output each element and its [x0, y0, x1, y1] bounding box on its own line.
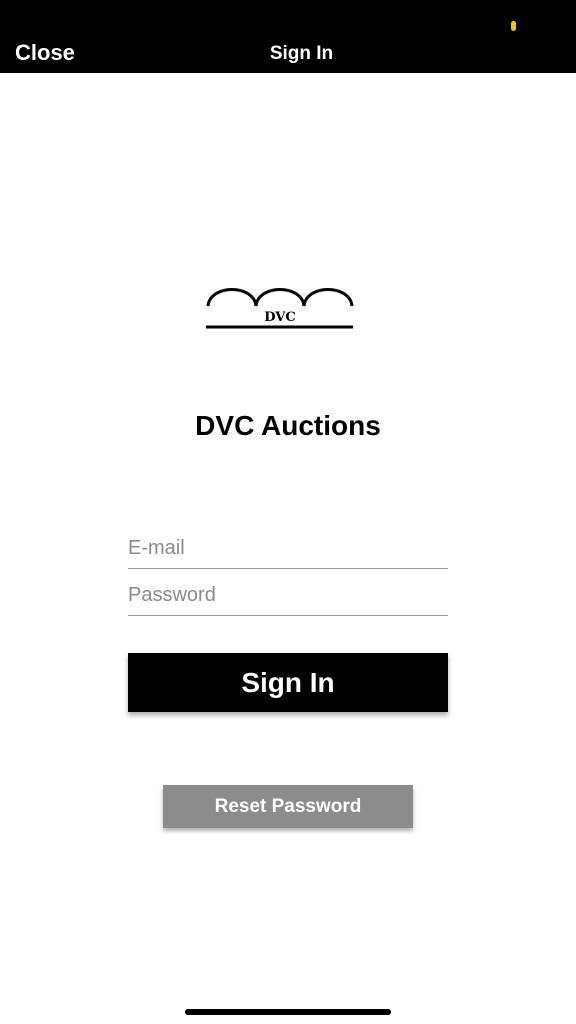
home-indicator[interactable]	[185, 1009, 391, 1015]
logo-arch-middle	[254, 288, 306, 307]
sign-in-screen: Close Sign In DVC DVC Auctions Sign In R…	[0, 0, 576, 1024]
app-title: DVC Auctions	[195, 410, 381, 441]
sign-in-button[interactable]: Sign In	[128, 653, 448, 712]
nav-title: Sign In	[269, 43, 334, 64]
reset-password-button[interactable]: Reset Password	[163, 785, 413, 828]
status-indicator-icon	[511, 21, 516, 31]
password-field[interactable]	[128, 575, 448, 616]
logo-arch-left	[206, 288, 258, 307]
logo-text: DVC	[264, 310, 295, 325]
navigation-bar: Close Sign In	[0, 0, 576, 73]
email-field[interactable]	[128, 528, 448, 569]
logo-arch-right	[302, 288, 354, 307]
dvc-logo: DVC	[206, 288, 354, 329]
